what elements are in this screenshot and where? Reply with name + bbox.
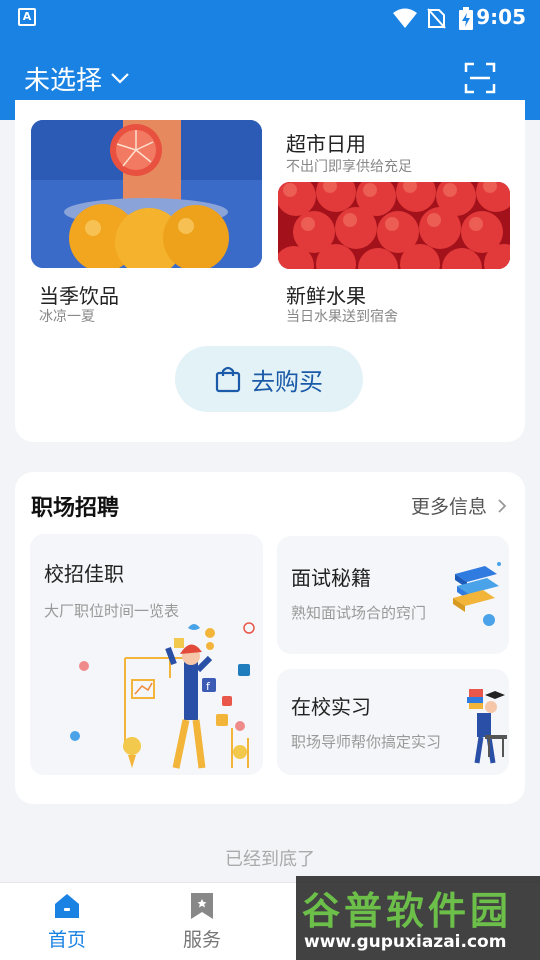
tab-home[interactable]: 首页 [17,891,117,952]
tile-title-drinks[interactable]: 当季饮品 [39,280,119,309]
job-card-interview[interactable]: 面试秘籍 熟知面试场合的窍门 [277,536,509,654]
more-info-label: 更多信息 [410,496,487,518]
location-label: 未选择 [24,65,103,96]
job-card-subtitle: 职场导师帮你搞定实习 [291,733,442,751]
shop-card: 超市日用 不出门即享供给充足 当季饮品 冰凉一夏 新鲜水果 当日水果送到宿舍 去… [15,100,525,442]
location-selector[interactable]: 未选择 [24,58,130,98]
tile-subtitle-supermarket: 不出门即享供给充足 [286,159,412,175]
tile-title-supermarket[interactable]: 超市日用 [286,128,366,157]
end-of-list-text: 已经到底了 [225,849,315,870]
more-info-link[interactable]: 更多信息 [411,492,507,519]
app-notification-icon: A [18,8,36,26]
drinks-image[interactable] [31,120,262,268]
bookmark-icon [191,893,213,919]
chevron-right-icon [498,498,507,513]
watermark-url: www.gupuxiazai.com [304,932,507,952]
watermark: 谷普软件园 www.gupuxiazai.com [296,876,540,960]
battery-charging-icon [459,7,473,30]
tile-title-fruit[interactable]: 新鲜水果 [286,280,366,309]
tab-services[interactable]: 服务 [152,891,252,952]
scan-icon[interactable] [464,62,496,94]
fruit-image[interactable] [278,182,510,269]
job-card-subtitle: 熟知面试场合的窍门 [291,604,427,622]
tab-label: 首页 [47,929,86,951]
job-card-title: 校招佳职 [44,562,124,586]
job-card-campus[interactable]: 校招佳职 大厂职位时间一览表 f [30,534,263,775]
chevron-down-icon [111,73,129,84]
status-bar: A 9:05 [0,0,540,36]
watermark-logo: 谷普软件园 [302,889,513,933]
tile-subtitle-fruit: 当日水果送到宿舍 [286,309,398,325]
clock: 9:05 [476,5,526,29]
job-card-title: 在校实习 [291,695,371,719]
tile-subtitle-drinks: 冰凉一夏 [39,309,95,325]
no-sim-icon [427,8,446,29]
tab-label: 服务 [182,929,221,951]
graduate-illustration [467,689,507,764]
jobs-card: 职场招聘 更多信息 校招佳职 大厂职位时间一览表 f 面试秘籍 熟知面试场合的窍… [15,472,525,804]
books-illustration [453,562,501,626]
wifi-icon [393,8,417,28]
job-card-title: 面试秘籍 [291,566,371,590]
section-title: 职场招聘 [31,496,120,521]
shopping-bag-icon [215,366,241,393]
buy-button-label: 去购买 [251,367,323,396]
career-illustration: f [70,622,255,769]
buy-button[interactable]: 去购买 [175,346,363,412]
home-icon [55,894,79,918]
job-card-internship[interactable]: 在校实习 职场导师帮你搞定实习 [277,669,509,775]
